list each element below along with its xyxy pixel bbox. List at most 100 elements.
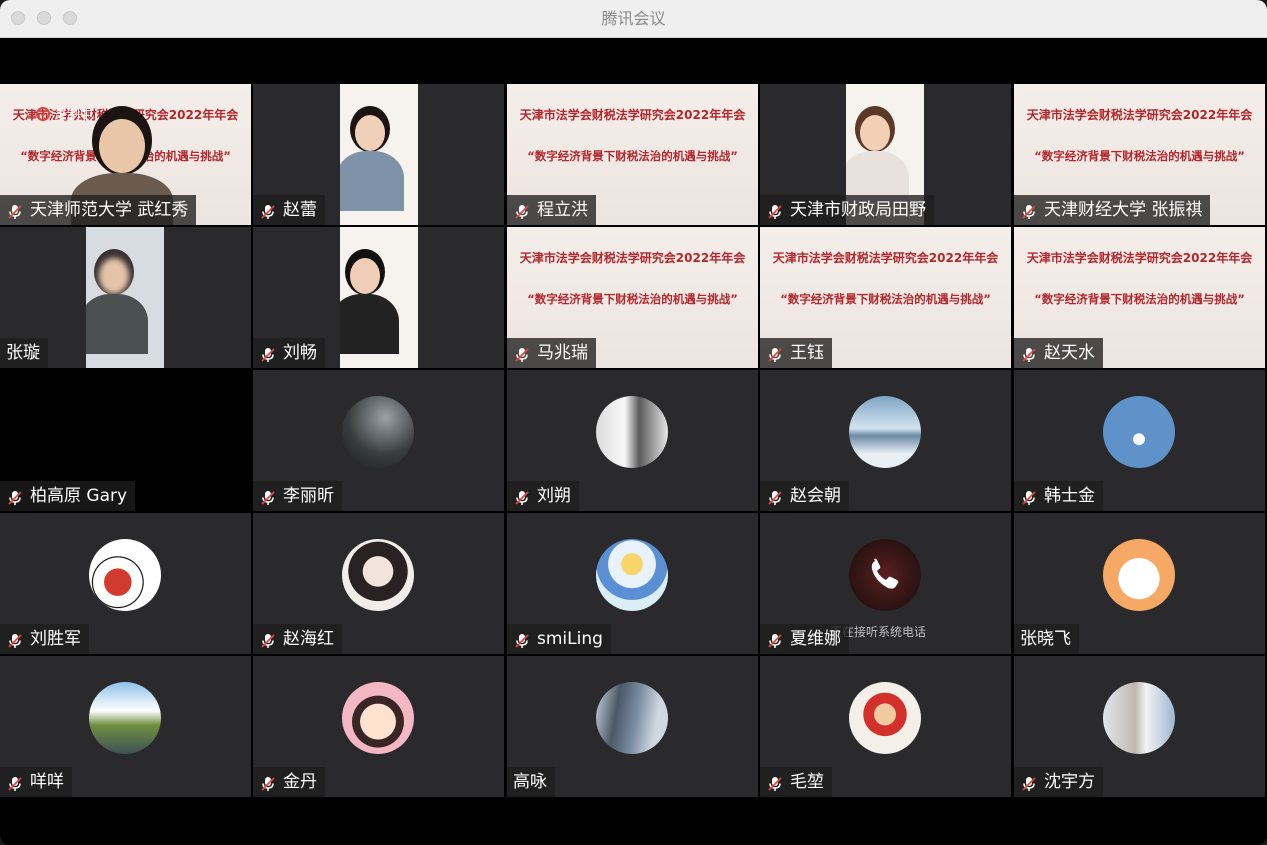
participant-tile[interactable]: 金丹 bbox=[253, 656, 504, 797]
participant-name-label: 刘胜军 bbox=[0, 624, 89, 654]
participant-name: 李丽昕 bbox=[283, 486, 334, 506]
participant-name: 天津财经大学 张振祺 bbox=[1044, 200, 1203, 220]
participant-name: 夏维娜 bbox=[790, 629, 841, 649]
participant-name: 赵天水 bbox=[1044, 343, 1095, 363]
participant-tile[interactable]: 天津市法学会财税法学研究会2022年年会 “数字经济背景下财税法治的机遇与挑战” 马… bbox=[507, 227, 758, 368]
mic-muted-icon bbox=[513, 201, 531, 219]
participant-tile[interactable]: 赵蕾 bbox=[253, 84, 504, 225]
participant-tile[interactable]: 韩士金 bbox=[1014, 370, 1265, 511]
participant-video bbox=[340, 84, 418, 225]
participant-video bbox=[86, 227, 164, 368]
participant-tile[interactable]: 刘畅 bbox=[253, 227, 504, 368]
participant-tile[interactable]: 赵海红 bbox=[253, 513, 504, 654]
participant-name: 刘畅 bbox=[283, 343, 317, 363]
recording-indicator: 录制中 bbox=[36, 104, 93, 123]
participant-name: 咩咩 bbox=[30, 772, 64, 792]
participant-name-label: 赵会朝 bbox=[760, 481, 849, 511]
participant-tile[interactable]: 天津市法学会财税法学研究会2022年年会 “数字经济背景下财税法治的机遇与挑战” 天… bbox=[1014, 84, 1265, 225]
mic-muted-icon bbox=[1020, 773, 1038, 791]
banner-title: 天津市法学会财税法学研究会2022年年会 bbox=[519, 251, 746, 265]
participant-tile[interactable]: 高咏 bbox=[507, 656, 758, 797]
mic-muted-icon bbox=[766, 344, 784, 362]
mic-muted-icon bbox=[6, 487, 24, 505]
window-title: 腾讯会议 bbox=[601, 9, 666, 28]
street-woman-avatar bbox=[1103, 682, 1175, 754]
participant-name: 张晓飞 bbox=[1020, 629, 1071, 649]
mic-muted-icon bbox=[1020, 201, 1038, 219]
participant-name-label: 程立洪 bbox=[507, 195, 596, 225]
banner-subtitle: “数字经济背景下财税法治的机遇与挑战” bbox=[780, 292, 991, 306]
participant-tile[interactable]: 张晓飞 bbox=[1014, 513, 1265, 654]
meeting-window: 腾讯会议 天津市法学会财税法学研究会2022年年会 “数字经济背景下财税法治的机遇… bbox=[0, 0, 1267, 845]
participant-name-label: smiLing bbox=[507, 624, 611, 654]
participant-tile[interactable]: 天津市财政局田野 bbox=[760, 84, 1011, 225]
participant-name: 赵会朝 bbox=[790, 486, 841, 506]
participant-name-label: 赵蕾 bbox=[253, 195, 325, 225]
mic-muted-icon bbox=[6, 201, 24, 219]
participant-tile[interactable]: 刘胜军 bbox=[0, 513, 251, 654]
mic-muted-icon bbox=[1020, 344, 1038, 362]
participant-tile[interactable]: 毛堃 bbox=[760, 656, 1011, 797]
mic-muted-icon bbox=[259, 773, 277, 791]
record-icon bbox=[36, 106, 50, 121]
participant-name-label: 高咏 bbox=[507, 767, 555, 797]
participant-tile[interactable]: 李丽昕 bbox=[253, 370, 504, 511]
banner-title: 天津市法学会财税法学研究会2022年年会 bbox=[1026, 251, 1253, 265]
participant-tile[interactable]: 咩咩 bbox=[0, 656, 251, 797]
participant-tile[interactable]: 赵会朝 bbox=[760, 370, 1011, 511]
participant-tile[interactable]: 天津市法学会财税法学研究会2022年年会 “数字经济背景下财税法治的机遇与挑战” 赵… bbox=[1014, 227, 1265, 368]
banner-title: 天津市法学会财税法学研究会2022年年会 bbox=[519, 108, 746, 122]
mic-muted-icon bbox=[513, 344, 531, 362]
participant-name: 张璇 bbox=[6, 343, 40, 363]
participant-name-label: 沈宇方 bbox=[1014, 767, 1103, 797]
banner-subtitle: “数字经济背景下财税法治的机遇与挑战” bbox=[527, 149, 738, 163]
office-woman-avatar bbox=[596, 396, 668, 468]
participant-tile[interactable]: smiLing bbox=[507, 513, 758, 654]
participant-tile[interactable]: 天津市法学会财税法学研究会2022年年会“数字经济背景下财税法治的机遇与挑战”录… bbox=[0, 84, 251, 225]
participant-name-label: 天津财经大学 张振祺 bbox=[1014, 195, 1211, 225]
participant-video bbox=[340, 227, 418, 368]
mic-muted-icon bbox=[259, 201, 277, 219]
participant-name-label: 刘朔 bbox=[507, 481, 579, 511]
participant-name-label: 李丽昕 bbox=[253, 481, 342, 511]
participant-name-label: 夏维娜 bbox=[760, 624, 849, 654]
recording-label: 录制中 bbox=[54, 108, 94, 123]
participant-name: 高咏 bbox=[513, 772, 547, 792]
participant-name-label: 韩士金 bbox=[1014, 481, 1103, 511]
participant-name-label: 咩咩 bbox=[0, 767, 72, 797]
child-photo-avatar bbox=[849, 682, 921, 754]
mic-muted-icon bbox=[513, 487, 531, 505]
mic-muted-icon bbox=[766, 630, 784, 648]
participant-name: 韩士金 bbox=[1044, 486, 1095, 506]
mic-muted-icon bbox=[1020, 487, 1038, 505]
participant-tile[interactable]: 天津市法学会财税法学研究会2022年年会 “数字经济背景下财税法治的机遇与挑战” 王… bbox=[760, 227, 1011, 368]
participant-tile[interactable]: 沈宇方 bbox=[1014, 656, 1265, 797]
participant-name-label: 金丹 bbox=[253, 767, 325, 797]
banner-subtitle: “数字经济背景下财税法治的机遇与挑战” bbox=[527, 292, 738, 306]
participant-name-label: 赵天水 bbox=[1014, 338, 1103, 368]
participant-name: 天津市财政局田野 bbox=[790, 200, 926, 220]
blue-sky-avatar bbox=[1103, 396, 1175, 468]
mic-muted-icon bbox=[259, 344, 277, 362]
hedgehog-apple-avatar bbox=[89, 539, 161, 611]
participant-tile[interactable]: 张璇 bbox=[0, 227, 251, 368]
participant-tile[interactable]: 正在接听系统电话 夏维娜 bbox=[760, 513, 1011, 654]
participant-name-label: 天津师范大学 武红秀 bbox=[0, 195, 197, 225]
participant-name: 毛堃 bbox=[790, 772, 824, 792]
mic-muted-icon bbox=[766, 201, 784, 219]
participant-name: 刘朔 bbox=[537, 486, 571, 506]
participant-name: 程立洪 bbox=[537, 200, 588, 220]
participant-name: 柏高原 Gary bbox=[30, 486, 128, 506]
participant-tile[interactable]: 刘朔 bbox=[507, 370, 758, 511]
participant-name-label: 张璇 bbox=[0, 338, 48, 368]
participant-name: 马兆瑞 bbox=[537, 343, 588, 363]
puppy-cartoon-avatar bbox=[1103, 539, 1175, 611]
participant-tile[interactable]: 天津市法学会财税法学研究会2022年年会 “数字经济背景下财税法治的机遇与挑战” 程… bbox=[507, 84, 758, 225]
participant-grid: 天津市法学会财税法学研究会2022年年会 “数字经济背景下财税法治的机遇与挑战” 录… bbox=[0, 84, 1267, 797]
chibi-maruko-avatar bbox=[342, 682, 414, 754]
title-bar: 腾讯会议 bbox=[0, 0, 1267, 38]
banner-subtitle: “数字经济背景下财税法治的机遇与挑战” bbox=[1034, 149, 1245, 163]
participant-name: 王钰 bbox=[790, 343, 824, 363]
participant-name: 赵海红 bbox=[283, 629, 334, 649]
participant-tile[interactable]: 柏高原 Gary bbox=[0, 370, 251, 511]
